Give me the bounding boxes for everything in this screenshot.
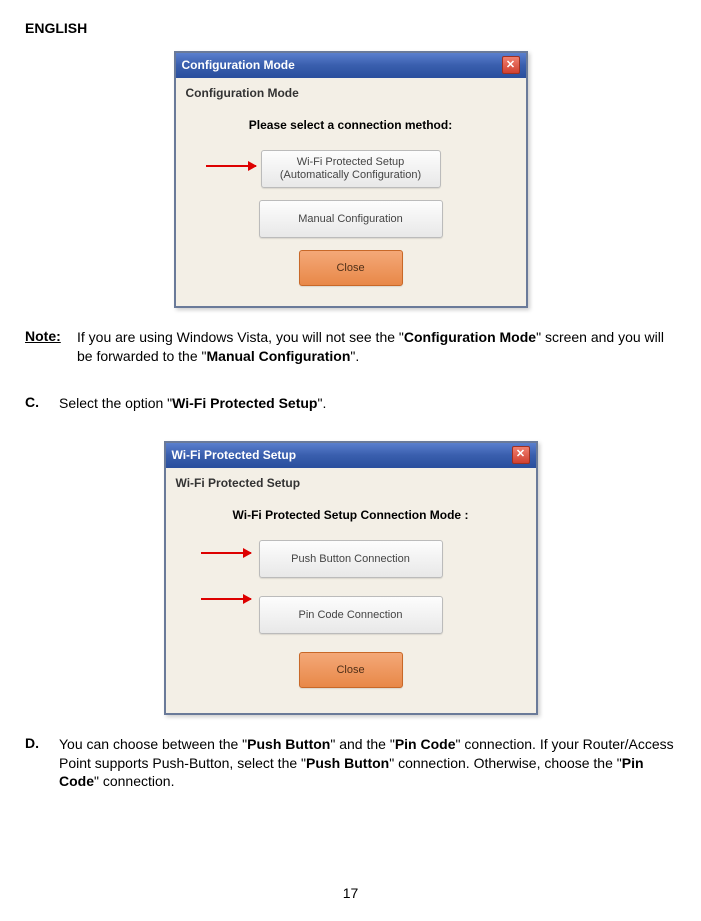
close-button[interactable]: Close	[299, 652, 403, 688]
close-icon[interactable]: ✕	[502, 56, 520, 74]
titlebar: Wi-Fi Protected Setup ✕	[166, 443, 536, 468]
titlebar: Configuration Mode ✕	[176, 53, 526, 78]
figure-wps: Wi-Fi Protected Setup ✕ Wi-Fi Protected …	[25, 441, 676, 715]
arrow-icon	[206, 165, 256, 167]
button-line2: (Automatically Configuration)	[280, 169, 421, 182]
page-number: 17	[25, 885, 676, 901]
note-paragraph: Note: If you are using Windows Vista, yo…	[25, 328, 676, 380]
step-c: C. Select the option "Wi-Fi Protected Se…	[25, 394, 676, 427]
note-text: If you are using Windows Vista, you will…	[77, 328, 676, 366]
step-letter: D.	[25, 735, 45, 806]
push-button-connection-button[interactable]: Push Button Connection	[259, 540, 443, 578]
button-line1: Wi-Fi Protected Setup	[280, 156, 421, 169]
dialog-wps: Wi-Fi Protected Setup ✕ Wi-Fi Protected …	[164, 441, 538, 715]
dialog-title: Wi-Fi Protected Setup	[172, 448, 297, 462]
figure-config-mode: Configuration Mode ✕ Configuration Mode …	[25, 51, 676, 308]
dialog-config-mode: Configuration Mode ✕ Configuration Mode …	[174, 51, 528, 308]
wps-auto-button[interactable]: Wi-Fi Protected Setup (Automatically Con…	[261, 150, 441, 188]
dialog-title: Configuration Mode	[182, 58, 295, 72]
pin-code-connection-button[interactable]: Pin Code Connection	[259, 596, 443, 634]
language-header: ENGLISH	[25, 20, 676, 36]
button-stack: Wi-Fi Protected Setup (Automatically Con…	[176, 150, 526, 306]
manual-config-button[interactable]: Manual Configuration	[259, 200, 443, 238]
arrow-icon	[201, 552, 251, 554]
step-letter: C.	[25, 394, 45, 427]
note-label: Note:	[25, 328, 67, 380]
dialog-subtitle: Configuration Mode	[176, 78, 526, 100]
step-d: D. You can choose between the "Push Butt…	[25, 735, 676, 806]
close-icon[interactable]: ✕	[512, 446, 530, 464]
dialog-subtitle: Wi-Fi Protected Setup	[166, 468, 536, 490]
dialog-prompt: Wi-Fi Protected Setup Connection Mode :	[166, 508, 536, 522]
step-d-text: You can choose between the "Push Button"…	[59, 735, 676, 792]
button-stack: Push Button Connection Pin Code Connecti…	[166, 540, 536, 713]
dialog-prompt: Please select a connection method:	[176, 118, 526, 132]
arrow-icon	[201, 598, 251, 600]
close-button[interactable]: Close	[299, 250, 403, 286]
step-c-text: Select the option "Wi-Fi Protected Setup…	[59, 394, 326, 413]
